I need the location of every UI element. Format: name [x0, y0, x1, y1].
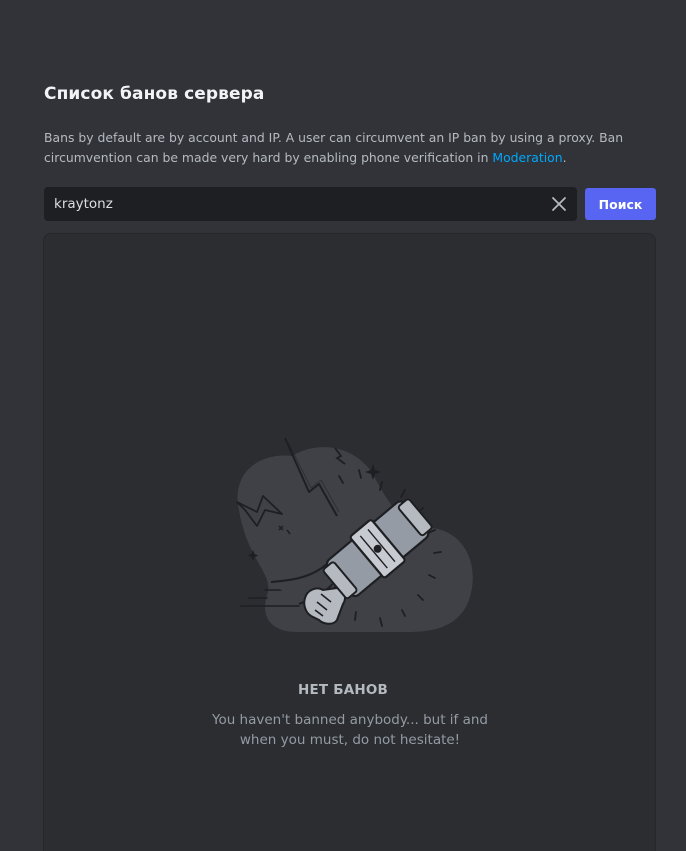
clear-search-button[interactable] — [547, 192, 571, 216]
search-input[interactable] — [44, 187, 534, 221]
search-button[interactable]: Поиск — [585, 188, 656, 220]
page-title: Список банов сервера — [44, 84, 265, 104]
empty-state-title: НЕТ БАНОВ — [297, 682, 389, 698]
close-icon — [552, 197, 566, 211]
ban-list-page: Список банов сервера Bans by default are… — [0, 0, 686, 851]
ban-description: Bans by default are by account and IP. A… — [44, 128, 644, 168]
search-bar — [44, 187, 577, 221]
description-suffix: . — [562, 150, 567, 165]
moderation-link[interactable]: Moderation — [492, 150, 562, 165]
ban-hammer-icon — [236, 437, 473, 632]
empty-state-message: You haven't banned anybody... but if and… — [211, 712, 488, 748]
